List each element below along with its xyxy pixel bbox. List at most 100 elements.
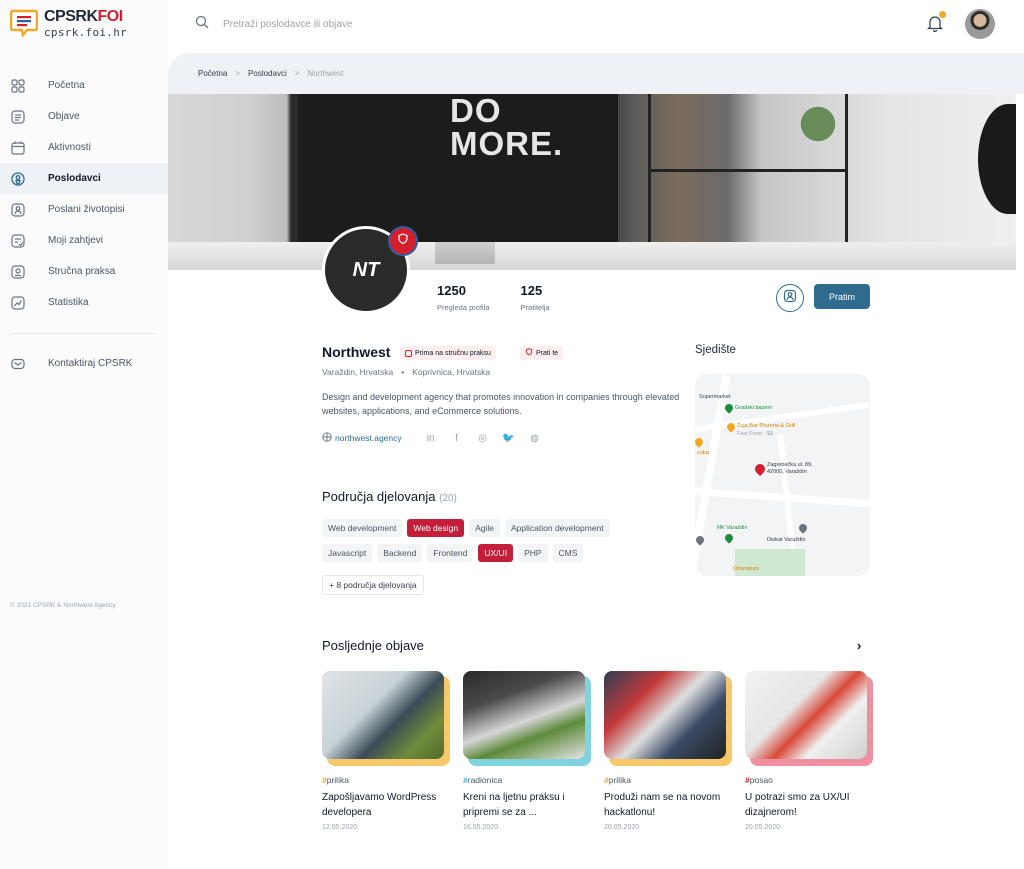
- sidebar-item-strucna-praksa[interactable]: Stručna praksa: [0, 256, 168, 287]
- brand-title-accent: FOI: [97, 7, 124, 25]
- more-areas-button[interactable]: + 8 područja djelovanja: [322, 575, 424, 595]
- location-item: Koprivnica, Hrvatska: [412, 367, 491, 377]
- chevron-right-icon[interactable]: ›: [857, 638, 861, 653]
- follows-you-chip: Prati te: [520, 346, 564, 360]
- sidebar-divider: [10, 333, 156, 334]
- map-label: Ozonatura: [733, 566, 759, 572]
- sidebar-item-objave[interactable]: Objave: [0, 101, 168, 132]
- sidebar-item-pocetna[interactable]: Početna: [0, 70, 168, 101]
- search-input[interactable]: [223, 19, 523, 30]
- post-card[interactable]: #prilika Produži nam se na novom hackatl…: [604, 671, 732, 831]
- post-title: Produži nam se na novom hackatlonu!: [604, 792, 721, 818]
- cover-image: DO MORE.: [168, 94, 1016, 270]
- post-date: 12.05.2020.: [322, 824, 359, 831]
- brand-title: CPSRK: [44, 7, 98, 25]
- post-category: prilika: [608, 775, 631, 785]
- chart-icon: [10, 295, 26, 311]
- instagram-icon[interactable]: ◎: [470, 433, 496, 444]
- post-category: radionica: [467, 775, 503, 785]
- breadcrumb-separator: >: [294, 69, 300, 78]
- post-image: [745, 671, 867, 759]
- tag-php[interactable]: PHP: [518, 544, 548, 562]
- breadcrumb: Početna > Poslodavci > Northwest: [168, 53, 1024, 94]
- tag-javascript[interactable]: Javascript: [322, 544, 373, 562]
- search-icon: [195, 15, 209, 34]
- breadcrumb-home[interactable]: Početna: [198, 69, 227, 78]
- sidebar-item-label: Stručna praksa: [48, 266, 116, 277]
- sidebar-item-poslani-zivotopisi[interactable]: Poslani životopisi: [0, 194, 168, 225]
- dribbble-icon[interactable]: ◍: [522, 433, 548, 444]
- logo[interactable]: CPSRKFOI cpsrk.foi.hr: [9, 7, 127, 38]
- copyright: © 2021 CPSRK & Northwest Agency: [10, 602, 116, 609]
- post-title: Kreni na ljetnu praksu i pripremi se za …: [463, 792, 565, 818]
- employer-icon: [10, 171, 26, 187]
- tag-web-development[interactable]: Web development: [322, 519, 403, 537]
- grid-icon: [10, 78, 26, 94]
- stat-value: 125: [520, 283, 543, 298]
- cover-desk: [168, 242, 1016, 270]
- map-label: Diokat Varaždin: [767, 537, 806, 543]
- sidebar-item-statistika[interactable]: Statistika: [0, 287, 168, 318]
- internship-icon: [405, 349, 412, 357]
- tag-agile[interactable]: Agile: [469, 519, 500, 537]
- sidebar-item-moji-zahtjevi[interactable]: Moji zahtjevi: [0, 225, 168, 256]
- sidebar-item-poslodavci[interactable]: Poslodavci: [0, 163, 168, 194]
- breadcrumb-employers[interactable]: Poslodavci: [248, 69, 287, 78]
- post-card[interactable]: #prilika Zapošljavamo WordPress develope…: [322, 671, 450, 831]
- notifications-button[interactable]: [926, 11, 946, 36]
- stat-label: Pratitelja: [520, 303, 550, 312]
- app-root: CPSRKFOI cpsrk.foi.hr Početna Objave Akt…: [0, 0, 1024, 869]
- cv-icon: [783, 289, 797, 308]
- company-description: Design and development agency that promo…: [322, 392, 680, 416]
- post-card[interactable]: #posao U potrazi smo za UX/UI dizajnerom…: [745, 671, 873, 831]
- post-title: U potrazi smo za UX/UI dizajnerom!: [745, 792, 850, 818]
- linkedin-icon[interactable]: in: [418, 433, 444, 444]
- cover-monitor-stand: [435, 242, 495, 264]
- sidebar-item-kontakt[interactable]: Kontaktiraj CPSRK: [0, 348, 168, 379]
- tag-frontend[interactable]: Frontend: [427, 544, 474, 562]
- sidebar-item-label: Statistika: [48, 297, 89, 308]
- requests-icon: [10, 233, 26, 249]
- map-pin-icon: [695, 436, 705, 448]
- bell-icon: [926, 16, 944, 36]
- shield-icon: [525, 348, 533, 358]
- avatar[interactable]: [965, 9, 995, 39]
- tag-backend[interactable]: Backend: [377, 544, 423, 562]
- follow-button[interactable]: Pratim: [814, 284, 870, 309]
- post-date: 20.05.2020.: [604, 824, 641, 831]
- calendar-icon: [10, 140, 26, 156]
- post-image: [322, 671, 444, 759]
- company-stats: 1250 Pregleda profila 125 Pratitelja: [437, 283, 550, 312]
- tag-ux-ui[interactable]: UX/UI: [478, 544, 514, 562]
- send-cv-button[interactable]: [776, 284, 804, 312]
- website-link[interactable]: northwest.agency: [322, 432, 402, 444]
- verified-badge: [388, 226, 418, 256]
- tag-cms[interactable]: CMS: [552, 544, 584, 562]
- company-name: Northwest: [322, 344, 391, 360]
- headquarters-map[interactable]: Supermarket Gradski bazeni Žuja Bar Pizz…: [695, 374, 870, 576]
- news-icon: [10, 109, 26, 125]
- twitter-icon[interactable]: 🐦: [496, 433, 522, 444]
- sidebar-item-aktivnosti[interactable]: Aktivnosti: [0, 132, 168, 163]
- breadcrumb-current: Northwest: [307, 69, 344, 78]
- map-label: Fast Food · $$: [737, 431, 773, 437]
- areas-title: Područja djelovanja (20): [322, 489, 457, 504]
- map-address-label: Zagrebačka ul. 89, 42000, Varaždin: [767, 462, 813, 475]
- areas-tags: Web development Web design Agile Applica…: [322, 519, 662, 569]
- tag-row: Web development Web design Agile Applica…: [322, 519, 662, 537]
- sidebar-item-label: Početna: [48, 80, 85, 91]
- globe-icon: [322, 432, 332, 444]
- internship-icon: [10, 264, 26, 280]
- post-card[interactable]: #radionica Kreni na ljetnu praksu i prip…: [463, 671, 591, 831]
- sidebar-item-label: Objave: [48, 111, 80, 122]
- post-title: Zapošljavamo WordPress developera: [322, 792, 437, 818]
- post-image: [604, 671, 726, 759]
- map-label: Žuja Bar Pizzeria & Grill: [737, 423, 796, 429]
- map-pin-icon: [797, 522, 809, 534]
- facebook-icon[interactable]: f: [444, 433, 470, 444]
- tag-application-development[interactable]: Application development: [505, 519, 610, 537]
- sidebar-item-label: Kontaktiraj CPSRK: [48, 358, 133, 369]
- tag-web-design[interactable]: Web design: [407, 519, 465, 537]
- post-date: 16.05.2020.: [463, 824, 500, 831]
- sidebar-item-label: Poslodavci: [48, 173, 101, 184]
